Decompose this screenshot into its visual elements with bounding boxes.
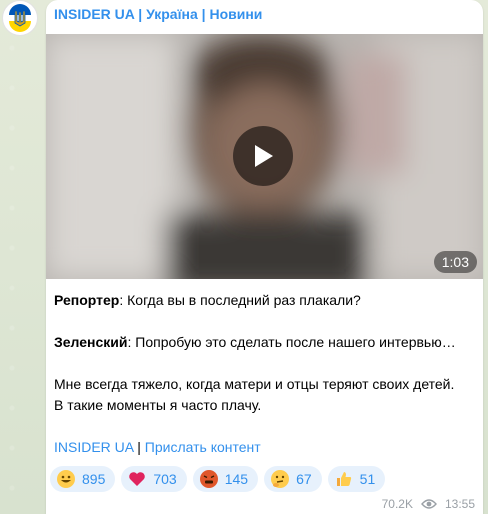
reporter-label: Репортер: [54, 292, 120, 308]
send-content-link[interactable]: Прислать контент: [145, 439, 261, 455]
video-preview[interactable]: 1:03: [46, 34, 483, 279]
reactions-bar: 895 703 145 67 51: [50, 466, 386, 492]
thinking-face-icon: [270, 469, 290, 489]
red-heart-icon: [127, 469, 147, 489]
zelensky-line: Зеленский: Попробую это сделать после на…: [54, 332, 474, 353]
reaction-grinning[interactable]: 895: [50, 466, 116, 492]
reaction-count: 51: [359, 471, 376, 487]
reaction-count: 703: [153, 471, 177, 487]
link-separator: |: [133, 439, 145, 455]
reaction-count: 145: [224, 471, 249, 487]
channel-avatar[interactable]: [2, 0, 38, 36]
channel-name[interactable]: INSIDER UA | Україна | Новини: [54, 6, 262, 22]
video-duration: 1:03: [433, 251, 477, 273]
reaction-heart[interactable]: 703: [121, 466, 187, 492]
reaction-count: 895: [82, 471, 106, 487]
message-bubble: INSIDER UA | Україна | Новини 1:03 Репор…: [46, 0, 483, 514]
view-count: 70.2K: [381, 497, 413, 511]
reporter-line: Репортер: Когда вы в последний раз плака…: [54, 290, 474, 311]
footer-links: INSIDER UA | Прислать контент: [54, 437, 261, 458]
reporter-question: : Когда вы в последний раз плакали?: [119, 292, 361, 308]
thumbs-up-icon: [334, 469, 354, 489]
angry-face-icon: [199, 469, 219, 489]
play-button[interactable]: [233, 126, 293, 186]
zelensky-answer: : Попробую это сделать после нашего инте…: [127, 334, 456, 350]
reaction-thinking[interactable]: 67: [264, 466, 322, 492]
insider-ua-link[interactable]: INSIDER UA: [54, 439, 133, 455]
message-time: 13:55: [444, 497, 475, 511]
message-text: Репортер: Когда вы в последний раз плака…: [54, 290, 474, 416]
reaction-thumbs-up[interactable]: 51: [327, 466, 386, 492]
zelensky-label: Зеленский: [54, 334, 128, 350]
quote-line-1: Мне всегда тяжело, когда матери и отцы т…: [54, 376, 455, 392]
reaction-angry[interactable]: 145: [192, 466, 259, 492]
eye-icon: [421, 499, 437, 509]
play-icon: [255, 145, 273, 167]
reaction-count: 67: [296, 471, 312, 487]
grinning-face-icon: [56, 469, 76, 489]
quote-line-2: В такие моменты я часто плачу.: [54, 397, 262, 413]
ukraine-trident-icon: [6, 4, 34, 32]
message-meta: 70.2K 13:55: [382, 497, 475, 511]
